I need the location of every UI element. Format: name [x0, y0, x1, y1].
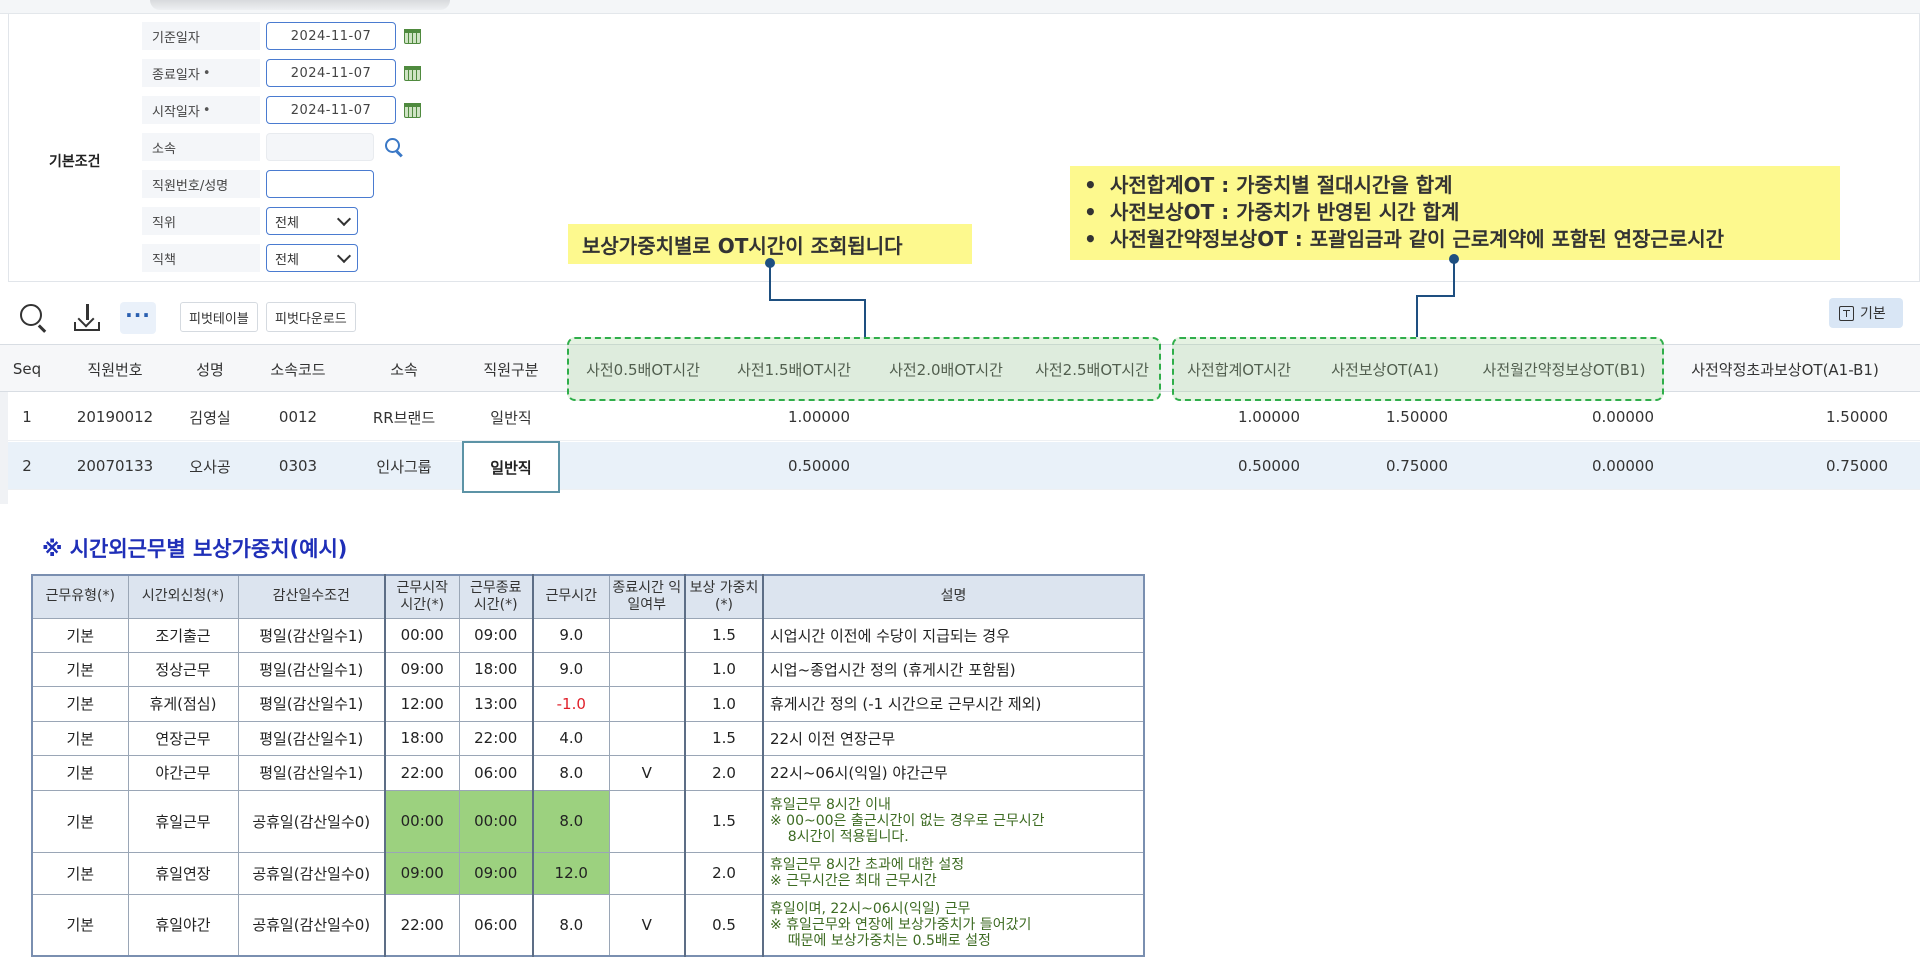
header-cell: 근무유형(*) [31, 574, 129, 619]
cell-hours: 8.0 [532, 754, 610, 791]
cell-desc: 휴일근무 8시간 초과에 대한 설정 ※ 근무시간은 최대 근무시간 [762, 851, 1145, 895]
cell-desc: 22시~06시(익일) 야간근무 [762, 754, 1145, 791]
cell-hours: 9.0 [532, 651, 610, 687]
cell-end: 18:00 [458, 651, 534, 687]
cell-cond: 평일(감산일수1) [237, 617, 386, 653]
header-cell: 근무시간 [532, 574, 610, 619]
cell-end: 06:00 [458, 893, 534, 957]
cell-cond: 공휴일(감산일수0) [237, 851, 386, 895]
cell-start: 22:00 [384, 754, 460, 791]
example-row: 기본 연장근무 평일(감산일수1) 18:00 22:00 4.0 1.5 22… [31, 720, 1145, 756]
example-row: 기본 휴일근무 공휴일(감산일수0) 00:00 00:00 8.0 1.5 휴… [31, 789, 1145, 853]
header-cell: 감산일수조건 [237, 574, 386, 619]
cell-type: 기본 [31, 851, 129, 895]
cell-start: 09:00 [384, 851, 460, 895]
cell-type: 기본 [31, 789, 129, 853]
cell-weight: 1.0 [684, 651, 764, 687]
cell-cond: 평일(감산일수1) [237, 651, 386, 687]
cell-cond: 공휴일(감산일수0) [237, 893, 386, 957]
cell-end: 09:00 [458, 617, 534, 653]
example-row: 기본 야간근무 평일(감산일수1) 22:00 06:00 8.0 V 2.0 … [31, 754, 1145, 791]
cell-type: 기본 [31, 651, 129, 687]
example-title: ※ 시간외근무별 보상가중치(예시) [42, 537, 348, 561]
header-cell: 근무종료 시간(*) [458, 574, 534, 619]
header-cell: 설명 [762, 574, 1145, 619]
cell-type: 기본 [31, 893, 129, 957]
cell-end: 00:00 [458, 789, 534, 853]
cell-start: 22:00 [384, 893, 460, 957]
cell-type: 기본 [31, 685, 129, 722]
cell-desc: 휴일이며, 22시~06시(익일) 근무 ※ 휴일근무와 연장에 보상가중치가 들… [762, 893, 1145, 957]
cell-type: 기본 [31, 617, 129, 653]
cell-ot: 휴일연장 [127, 851, 239, 895]
cell-weight: 1.5 [684, 617, 764, 653]
cell-start: 00:00 [384, 617, 460, 653]
cell-start: 12:00 [384, 685, 460, 722]
header-cell: 시간외신청(*) [127, 574, 239, 619]
cell-end: 13:00 [458, 685, 534, 722]
cell-desc: 휴일근무 8시간 이내 ※ 00~00은 출근시간이 없는 경우로 근무시간 8시… [762, 789, 1145, 853]
cell-weight: 2.0 [684, 754, 764, 791]
cell-next [608, 789, 686, 853]
cell-weight: 1.0 [684, 685, 764, 722]
cell-end: 22:00 [458, 720, 534, 756]
weight-example-table: 근무유형(*) 시간외신청(*) 감산일수조건 근무시작 시간(*) 근무종료 … [31, 574, 1145, 957]
cell-type: 기본 [31, 720, 129, 756]
header-cell: 근무시작 시간(*) [384, 574, 460, 619]
cell-hours: 8.0 [532, 893, 610, 957]
example-row: 기본 정상근무 평일(감산일수1) 09:00 18:00 9.0 1.0 시업… [31, 651, 1145, 687]
cell-desc: 휴게시간 정의 (-1 시간으로 근무시간 제외) [762, 685, 1145, 722]
cell-end: 09:00 [458, 851, 534, 895]
cell-ot: 연장근무 [127, 720, 239, 756]
cell-ot: 정상근무 [127, 651, 239, 687]
cell-hours: 9.0 [532, 617, 610, 653]
cell-ot: 휴일야간 [127, 893, 239, 957]
cell-cond: 평일(감산일수1) [237, 720, 386, 756]
cell-type: 기본 [31, 754, 129, 791]
cell-weight: 1.5 [684, 720, 764, 756]
cell-ot: 휴일근무 [127, 789, 239, 853]
cell-next: V [608, 893, 686, 957]
cell-hours: 12.0 [532, 851, 610, 895]
cell-desc: 시업~종업시간 정의 (휴게시간 포함됨) [762, 651, 1145, 687]
cell-cond: 평일(감산일수1) [237, 685, 386, 722]
cell-end: 06:00 [458, 754, 534, 791]
cell-next [608, 851, 686, 895]
cell-weight: 1.5 [684, 789, 764, 853]
cell-hours: -1.0 [532, 685, 610, 722]
cell-cond: 평일(감산일수1) [237, 754, 386, 791]
cell-weight: 2.0 [684, 851, 764, 895]
cell-start: 00:00 [384, 789, 460, 853]
cell-hours: 8.0 [532, 789, 610, 853]
cell-ot: 야간근무 [127, 754, 239, 791]
cell-hours: 4.0 [532, 720, 610, 756]
cell-desc: 시업시간 이전에 수당이 지급되는 경우 [762, 617, 1145, 653]
cell-ot: 조기출근 [127, 617, 239, 653]
cell-next [608, 720, 686, 756]
cell-desc: 22시 이전 연장근무 [762, 720, 1145, 756]
example-row: 기본 조기출근 평일(감산일수1) 00:00 09:00 9.0 1.5 시업… [31, 617, 1145, 653]
example-row: 기본 휴일야간 공휴일(감산일수0) 22:00 06:00 8.0 V 0.5… [31, 893, 1145, 957]
header-cell: 종료시간 익일여부 [608, 574, 686, 619]
cell-next [608, 651, 686, 687]
example-row: 기본 휴일연장 공휴일(감산일수0) 09:00 09:00 12.0 2.0 … [31, 851, 1145, 895]
cell-next: V [608, 754, 686, 791]
header-cell: 보상 가중치(*) [684, 574, 764, 619]
example-row: 기본 휴게(점심) 평일(감산일수1) 12:00 13:00 -1.0 1.0… [31, 685, 1145, 722]
cell-cond: 공휴일(감산일수0) [237, 789, 386, 853]
cell-weight: 0.5 [684, 893, 764, 957]
cell-start: 18:00 [384, 720, 460, 756]
cell-next [608, 685, 686, 722]
cell-ot: 휴게(점심) [127, 685, 239, 722]
cell-next [608, 617, 686, 653]
cell-start: 09:00 [384, 651, 460, 687]
example-header-row: 근무유형(*) 시간외신청(*) 감산일수조건 근무시작 시간(*) 근무종료 … [31, 574, 1145, 619]
